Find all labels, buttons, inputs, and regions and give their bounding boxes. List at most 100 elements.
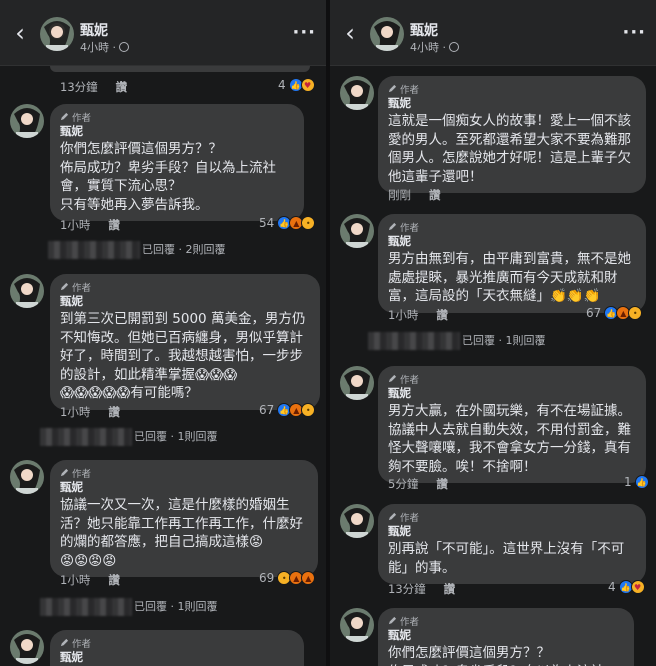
left-screenshot: ‹ 甄妮 4小時 · ··· 13分鐘讚 4 👍 ♥ 作者 甄妮 你們怎麼評價這個…: [0, 0, 326, 666]
post-time: 4小時 ·: [80, 39, 129, 55]
author-badge: 作者: [60, 636, 294, 650]
sad-icon: •: [301, 216, 316, 230]
like-icon: 👍: [634, 475, 649, 489]
reaction-summary[interactable]: 4 👍 ♥: [608, 580, 645, 594]
page-title[interactable]: 甄妮: [80, 20, 108, 40]
reply-thread-link[interactable]: 已回覆 · 2則回覆: [48, 241, 226, 259]
pen-icon: [60, 282, 69, 291]
avatar[interactable]: [10, 104, 44, 138]
comment-bubble[interactable]: 作者 甄妮: [50, 630, 304, 666]
reply-thread-link[interactable]: 已回覆 · 1則回覆: [40, 598, 218, 616]
comment-meta: 13分鐘讚: [60, 80, 128, 94]
more-options-button[interactable]: ···: [622, 22, 646, 43]
author-badge: 作者: [388, 372, 636, 386]
comment-author-name[interactable]: 甄妮: [60, 480, 308, 495]
comment-author-name[interactable]: 甄妮: [60, 650, 294, 665]
comment-text: 你們怎麼評價這個男方？？ 佈局成功？卑劣手段？自以為上流社: [388, 645, 604, 666]
like-button[interactable]: 讚: [436, 308, 448, 322]
globe-icon: [449, 42, 459, 52]
sad-icon: •: [628, 306, 643, 320]
like-button[interactable]: 讚: [444, 582, 456, 596]
top-bar: ‹ 甄妮 4小時 · ···: [330, 0, 656, 66]
like-button[interactable]: 讚: [108, 218, 120, 232]
comment-author-name[interactable]: 甄妮: [60, 294, 310, 309]
right-screenshot: ‹ 甄妮 4小時 · ··· 作者 甄妮 這就是一個痴女人的故事！愛上一個不該愛…: [330, 0, 656, 666]
author-badge: 作者: [60, 280, 310, 294]
author-badge: 作者: [388, 510, 636, 524]
author-badge: 作者: [388, 614, 624, 628]
pen-icon: [388, 84, 397, 93]
comment-meta: 5分鐘讚: [388, 477, 448, 491]
back-button[interactable]: ‹: [340, 20, 360, 46]
reaction-summary[interactable]: 54 👍 ▲ •: [259, 216, 316, 230]
like-button[interactable]: 讚: [108, 405, 120, 419]
comment-author-name[interactable]: 甄妮: [388, 386, 636, 401]
comment-meta: 1小時讚: [388, 308, 448, 322]
comment-bubble[interactable]: 作者 甄妮 到第三次已開罰到 5000 萬美金，男方仍不知悔改。但她已百病纏身，…: [50, 274, 320, 410]
like-button[interactable]: 讚: [108, 573, 120, 587]
reaction-summary[interactable]: 1 👍: [624, 475, 649, 489]
avatar[interactable]: [10, 630, 44, 664]
avatar[interactable]: [340, 76, 374, 110]
avatar[interactable]: [10, 460, 44, 494]
avatar[interactable]: [340, 504, 374, 538]
comment-text: 你們怎麼評價這個男方？？ 佈局成功？卑劣手段？自以為上流社會，實質下流心思？ 只…: [60, 141, 276, 213]
author-badge: 作者: [60, 466, 308, 480]
avatar[interactable]: [370, 17, 404, 51]
comment-meta: 剛剛讚: [388, 188, 441, 202]
comment-author-name[interactable]: 甄妮: [388, 96, 636, 111]
comment-bubble[interactable]: 作者 甄妮 男方由無到有，由平庸到富貴，無不是她處處提睞，暴光推廣而有今天成就和…: [378, 214, 646, 313]
comment-text: 男方大贏，在外國玩樂，有不在場証據。協議中人去就自動失效，不用付罰金，難怪大聲嚷…: [388, 403, 631, 475]
blurred-avatar: [368, 332, 460, 350]
pen-icon: [388, 374, 397, 383]
reaction-summary[interactable]: 67 👍 ▲ •: [259, 403, 316, 417]
blurred-avatar: [40, 598, 132, 616]
previous-comment-bubble-edge: [50, 66, 310, 72]
pen-icon: [388, 512, 397, 521]
pen-icon: [388, 222, 397, 231]
comment-author-name[interactable]: 甄妮: [388, 628, 624, 643]
post-time: 4小時 ·: [410, 39, 459, 55]
avatar[interactable]: [10, 274, 44, 308]
pen-icon: [60, 468, 69, 477]
avatar[interactable]: [340, 608, 374, 642]
comment-author-name[interactable]: 甄妮: [388, 234, 636, 249]
comment-bubble[interactable]: 作者 甄妮 這就是一個痴女人的故事！愛上一個不該愛的男人。至死都還希望大家不要為…: [378, 76, 646, 193]
comment-text: 男方由無到有，由平庸到富貴，無不是她處處提睞，暴光推廣而有今天成就和財富，這局設…: [388, 251, 631, 304]
pen-icon: [60, 638, 69, 647]
comment-author-name[interactable]: 甄妮: [388, 524, 636, 539]
reply-thread-link[interactable]: 已回覆 · 1則回覆: [368, 332, 546, 350]
comment-meta: 1小時讚: [60, 405, 120, 419]
reaction-summary[interactable]: 67 👍 ▲ •: [586, 306, 643, 320]
back-button[interactable]: ‹: [10, 20, 30, 46]
reply-thread-link[interactable]: 已回覆 · 1則回覆: [40, 428, 218, 446]
avatar[interactable]: [340, 214, 374, 248]
avatar[interactable]: [40, 17, 74, 51]
avatar[interactable]: [340, 366, 374, 400]
globe-icon: [119, 42, 129, 52]
reaction-summary[interactable]: 69 • ▲ ▲: [259, 571, 316, 585]
like-button[interactable]: 讚: [116, 80, 128, 94]
care-icon: ♥: [300, 78, 315, 92]
comment-text: 別再說「不可能」。這世界上沒有「不可能」的事。: [388, 541, 625, 576]
care-icon: ♥: [630, 580, 645, 594]
comment-bubble[interactable]: 作者 甄妮 協議一次又一次，這是什麼樣的婚姻生活？她只能靠工作再工作再工作，什麼…: [50, 460, 318, 577]
author-badge: 作者: [388, 220, 636, 234]
comment-bubble[interactable]: 作者 甄妮 你們怎麼評價這個男方？？ 佈局成功？卑劣手段？自以為上流社: [378, 608, 634, 666]
like-button[interactable]: 讚: [436, 477, 448, 491]
comment-author-name[interactable]: 甄妮: [60, 124, 294, 139]
sad-icon: •: [301, 403, 316, 417]
comment-text: 到第三次已開罰到 5000 萬美金，男方仍不知悔改。但她已百病纏身，男似乎算計好…: [60, 311, 306, 401]
comment-bubble[interactable]: 作者 甄妮 你們怎麼評價這個男方？？ 佈局成功？卑劣手段？自以為上流社會，實質下…: [50, 104, 304, 221]
comment-bubble[interactable]: 作者 甄妮 男方大贏，在外國玩樂，有不在場証據。協議中人去就自動失效，不用付罰金…: [378, 366, 646, 483]
reaction-summary[interactable]: 4 👍 ♥: [278, 78, 315, 92]
comment-meta: 1小時讚: [60, 573, 120, 587]
like-button[interactable]: 讚: [429, 188, 441, 202]
comment-text: 這就是一個痴女人的故事！愛上一個不該愛的男人。至死都還希望大家不要為難那個男人。…: [388, 113, 631, 185]
comment-bubble[interactable]: 作者 甄妮 別再說「不可能」。這世界上沒有「不可能」的事。: [378, 504, 646, 584]
comment-meta: 1小時讚: [60, 218, 120, 232]
top-bar: ‹ 甄妮 4小時 · ···: [0, 0, 326, 66]
blurred-avatar: [40, 428, 132, 446]
more-options-button[interactable]: ···: [292, 22, 316, 43]
page-title[interactable]: 甄妮: [410, 20, 438, 40]
